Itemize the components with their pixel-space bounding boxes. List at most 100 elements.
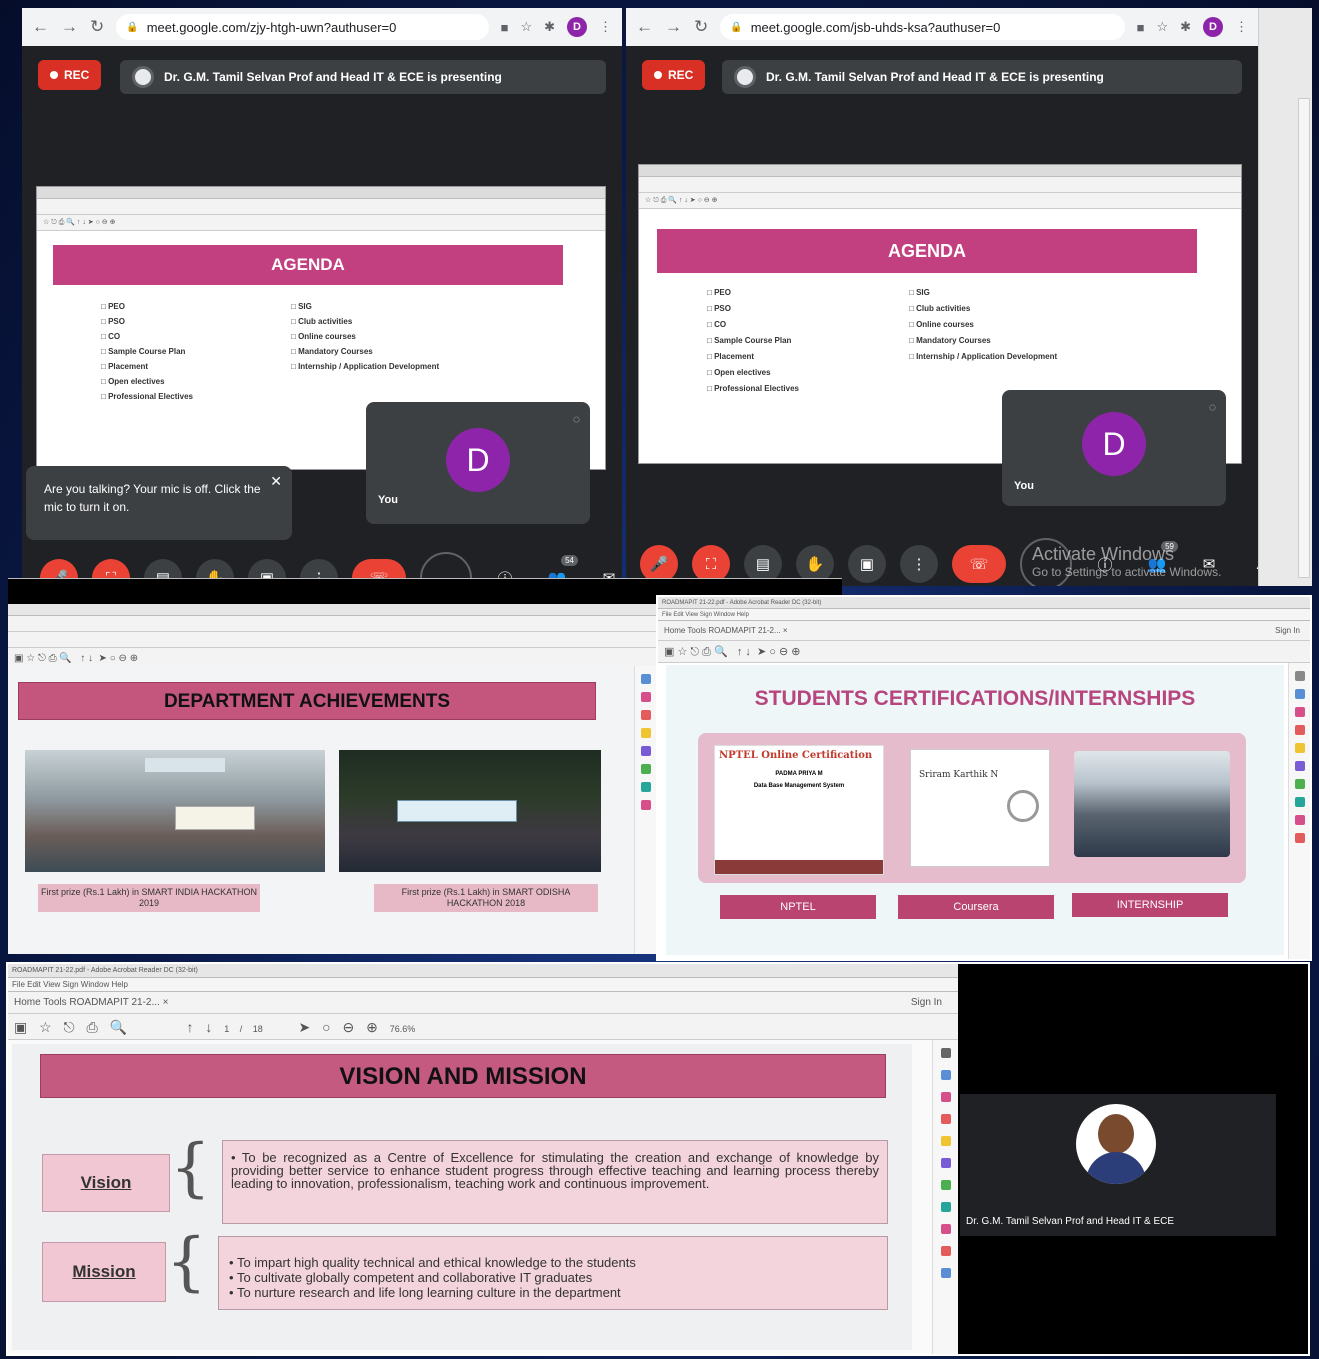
- info-icon[interactable]: ⓘ: [486, 559, 524, 579]
- tool-icon[interactable]: [640, 800, 651, 810]
- address-bar[interactable]: 🔒 meet.google.com/jsb-uhds-ksa?authuser=0: [720, 14, 1125, 40]
- coursera-button[interactable]: Coursera: [898, 895, 1054, 919]
- mic-toggle-button[interactable]: 🎤: [40, 559, 78, 578]
- acrobat-tools-rail: [1288, 663, 1310, 959]
- zoom-level[interactable]: 76.6%: [390, 1024, 416, 1034]
- tool-icon[interactable]: [1294, 815, 1305, 825]
- tool-icon[interactable]: [1294, 797, 1305, 807]
- record-dot-icon: [654, 71, 662, 79]
- internship-button[interactable]: INTERNSHIP: [1072, 893, 1228, 917]
- tool-icon[interactable]: [1294, 833, 1305, 843]
- internship-photo: [1074, 751, 1230, 857]
- profile-avatar[interactable]: D: [567, 17, 587, 37]
- camera-icon[interactable]: ■: [501, 20, 509, 35]
- tool-icon[interactable]: [940, 1114, 951, 1124]
- tool-icon[interactable]: [1294, 707, 1305, 717]
- camera-icon[interactable]: ■: [1137, 20, 1145, 35]
- tool-icon[interactable]: [1294, 743, 1305, 753]
- extensions-icon[interactable]: ✱: [1180, 19, 1191, 35]
- presenter-avatar: [132, 66, 154, 88]
- tool-icon[interactable]: [940, 1180, 951, 1190]
- leave-call-button[interactable]: ☏: [952, 545, 1006, 583]
- tool-icon[interactable]: [1294, 725, 1305, 735]
- address-bar[interactable]: 🔒 meet.google.com/zjy-htgh-uwn?authuser=0: [116, 14, 489, 40]
- tool-icon[interactable]: [1294, 689, 1305, 699]
- profile-avatar[interactable]: D: [1203, 17, 1223, 37]
- agenda-item: Internship / Application Development: [291, 359, 439, 374]
- speaker-tile: Dr. G.M. Tamil Selvan Prof and Head IT &…: [960, 1094, 1276, 1236]
- tool-icon[interactable]: [640, 674, 651, 684]
- tab-strip[interactable]: Home Tools ROADMAPIT 21-2... ×: [664, 621, 788, 640]
- pdf-titlebar: ROADMAPIT 21-22.pdf - Adobe Acrobat Read…: [658, 597, 1310, 609]
- agenda-column-1: PEO PSO CO Sample Course Plan Placement …: [101, 299, 193, 404]
- self-video-tile[interactable]: ◌ D You: [366, 402, 590, 524]
- back-icon[interactable]: ←: [636, 17, 653, 37]
- back-icon[interactable]: ←: [32, 17, 49, 37]
- agenda-item: SIG: [909, 285, 1057, 301]
- reload-icon[interactable]: ↻: [694, 17, 708, 37]
- agenda-item: Mandatory Courses: [909, 333, 1057, 349]
- more-options-button[interactable]: ⋮: [900, 545, 938, 583]
- forward-icon[interactable]: →: [61, 17, 78, 37]
- tool-icon[interactable]: [940, 1070, 951, 1080]
- pdf-toolbar-icons: ▣ ☆ ⎋ ⎙ 🔍 ↑ ↓ ➤ ○ ⊖ ⊕: [658, 641, 1310, 663]
- extensions-icon[interactable]: ✱: [544, 19, 555, 35]
- agenda-item: PEO: [707, 285, 799, 301]
- background-window: [1258, 8, 1312, 586]
- tool-icon[interactable]: [640, 782, 651, 792]
- tab-strip[interactable]: Home Tools ROADMAPIT 21-2... ×: [14, 992, 168, 1013]
- mic-off-tooltip: Are you talking? Your mic is off. Click …: [26, 466, 292, 540]
- self-video-tile[interactable]: ◌ D You: [1002, 390, 1226, 506]
- tool-icon[interactable]: [940, 1268, 951, 1278]
- tool-icon[interactable]: [640, 710, 651, 720]
- tool-icon[interactable]: [640, 692, 651, 702]
- tool-icon[interactable]: [940, 1136, 951, 1146]
- tool-icon[interactable]: [640, 746, 651, 756]
- vision-label: Vision: [42, 1154, 170, 1212]
- mission-text-box: • To impart high quality technical and e…: [218, 1236, 888, 1310]
- tool-icon[interactable]: [940, 1224, 951, 1234]
- nptel-button[interactable]: NPTEL: [720, 895, 876, 919]
- tool-icon[interactable]: [640, 764, 651, 774]
- camera-toggle-button[interactable]: ⛶: [92, 559, 130, 578]
- present-button[interactable]: ▣: [248, 559, 286, 578]
- star-icon[interactable]: ☆: [1156, 19, 1168, 35]
- star-icon[interactable]: ☆: [520, 19, 532, 35]
- close-icon[interactable]: ✕: [270, 472, 282, 490]
- activities-button[interactable]: [420, 552, 472, 578]
- activities-shapes-icon[interactable]: ▲: [1242, 545, 1258, 583]
- kebab-menu-icon[interactable]: ⋮: [599, 19, 612, 35]
- cheque: [397, 800, 517, 822]
- sign-in-link[interactable]: Sign In: [1275, 621, 1300, 640]
- pdf-menubar: [8, 616, 656, 632]
- tool-icon[interactable]: [1294, 761, 1305, 771]
- meet-controls: 🎤 ⛶ ▤ ✋ ▣ ⋮ ☏ ⓘ 👥54 ✉: [40, 552, 622, 578]
- kebab-menu-icon[interactable]: ⋮: [1235, 19, 1248, 35]
- scrollbar[interactable]: [1298, 98, 1310, 578]
- mic-off-icon: ◌: [572, 412, 580, 426]
- page-indicator[interactable]: 1 / 18: [224, 1024, 263, 1034]
- mission-item-text: To impart high quality technical and eth…: [236, 1255, 636, 1270]
- raise-hand-button[interactable]: ✋: [196, 559, 234, 578]
- agenda-item: Online courses: [909, 317, 1057, 333]
- tool-icon[interactable]: [1294, 671, 1305, 681]
- reload-icon[interactable]: ↻: [90, 17, 104, 37]
- sign-in-link[interactable]: Sign In: [911, 992, 942, 1013]
- url-text: meet.google.com/zjy-htgh-uwn?authuser=0: [146, 19, 397, 35]
- zoom-icon[interactable]: [940, 1048, 951, 1058]
- more-options-button[interactable]: ⋮: [300, 559, 338, 578]
- tool-icon[interactable]: [940, 1158, 951, 1168]
- tool-icon[interactable]: [940, 1246, 951, 1256]
- captions-button[interactable]: ▤: [144, 559, 182, 578]
- tool-icon[interactable]: [940, 1092, 951, 1102]
- leave-call-button[interactable]: ☏: [352, 559, 406, 578]
- tool-icon[interactable]: [1294, 779, 1305, 789]
- tool-icon[interactable]: [640, 728, 651, 738]
- forward-icon[interactable]: →: [665, 17, 682, 37]
- people-icon[interactable]: 👥54: [538, 555, 578, 578]
- mission-item-text: To nurture research and life long learni…: [236, 1285, 621, 1300]
- present-button[interactable]: ▣: [848, 545, 886, 583]
- meet-window-right: ← → ↻ 🔒 meet.google.com/jsb-uhds-ksa?auth…: [626, 8, 1258, 586]
- tool-icon[interactable]: [940, 1202, 951, 1212]
- chat-icon[interactable]: ✉: [590, 559, 622, 578]
